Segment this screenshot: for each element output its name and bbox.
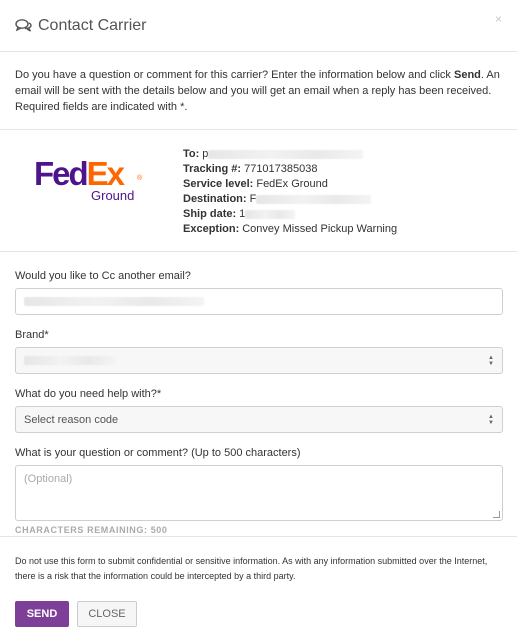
- modal-title-text: Contact Carrier: [38, 16, 147, 34]
- detail-service: Service level: FedEx Ground: [183, 177, 397, 192]
- reason-select-value: Select reason code: [24, 413, 119, 426]
- select-arrows-icon: ▲ ▼: [488, 354, 494, 367]
- question-placeholder: (Optional): [24, 473, 73, 485]
- footer-buttons: SEND CLOSE: [15, 601, 502, 627]
- intro-send-word: Send: [454, 69, 481, 81]
- detail-destination: Destination: F: [183, 192, 397, 207]
- modal-footer: Do not use this form to submit confident…: [0, 536, 517, 627]
- intro-part1: Do you have a question or comment for th…: [15, 69, 454, 81]
- contact-carrier-modal: Contact Carrier × Do you have a question…: [0, 0, 517, 640]
- redacted-cc-email: [24, 297, 204, 306]
- disclaimer-text: Do not use this form to submit confident…: [15, 556, 488, 581]
- cc-email-input[interactable]: [15, 288, 503, 315]
- brand-label: Brand*: [15, 329, 49, 341]
- reason-field: What do you need help with?* Select reas…: [15, 388, 503, 433]
- shipment-summary: FedEx ® Ground To: p Tracking #: 7710173…: [0, 130, 517, 252]
- logo-ex: Ex: [86, 155, 125, 192]
- contact-form: Would you like to Cc another email? Bran…: [0, 252, 517, 535]
- detail-exception: Exception: Convey Missed Pickup Warning: [183, 222, 397, 237]
- detail-tracking: Tracking #: 771017385038: [183, 162, 397, 177]
- service-label: Service level:: [183, 178, 254, 190]
- redacted-destination: [256, 195, 372, 204]
- logo-fed: Fed: [34, 155, 89, 192]
- chat-bubbles-icon: [15, 18, 33, 34]
- send-button[interactable]: SEND: [15, 601, 69, 627]
- close-button[interactable]: CLOSE: [77, 601, 137, 627]
- fedex-wordmark: FedEx: [34, 157, 149, 190]
- logo-registered-mark: ®: [137, 175, 143, 182]
- ship-date-label: Ship date:: [183, 208, 237, 220]
- brand-field: Brand* ▲ ▼: [15, 329, 503, 374]
- logo-service: Ground: [91, 188, 135, 203]
- destination-label: Destination:: [183, 193, 247, 205]
- exception-label: Exception:: [183, 223, 240, 235]
- question-label: What is your question or comment? (Up to…: [15, 447, 301, 459]
- reason-label: What do you need help with?*: [15, 388, 162, 400]
- select-arrows-icon: ▲ ▼: [488, 413, 494, 426]
- detail-to: To: p: [183, 147, 397, 162]
- redacted-brand: [24, 356, 116, 365]
- resize-handle-icon[interactable]: [493, 511, 500, 518]
- intro-text: Do you have a question or comment for th…: [0, 52, 517, 130]
- redacted-recipient: [208, 150, 364, 159]
- cc-label: Would you like to Cc another email?: [15, 270, 191, 282]
- service-value: FedEx Ground: [256, 178, 328, 190]
- fedex-ground-logo: FedEx ® Ground: [34, 157, 149, 205]
- shipment-details: To: p Tracking #: 771017385038 Service l…: [183, 147, 397, 237]
- reason-select[interactable]: Select reason code ▲ ▼: [15, 406, 503, 433]
- modal-title: Contact Carrier: [15, 17, 146, 35]
- tracking-value: 771017385038: [244, 163, 318, 175]
- tracking-label: Tracking #:: [183, 163, 242, 175]
- redacted-ship-date: [245, 210, 296, 219]
- to-label: To:: [183, 148, 200, 160]
- detail-ship-date: Ship date: 1: [183, 207, 397, 222]
- question-textarea[interactable]: (Optional): [15, 465, 503, 521]
- carrier-logo-box: FedEx ® Ground: [0, 147, 183, 205]
- brand-select[interactable]: ▲ ▼: [15, 347, 503, 374]
- close-icon[interactable]: ×: [495, 12, 502, 26]
- characters-remaining: CHARACTERS REMAINING: 500: [15, 525, 168, 535]
- modal-header: Contact Carrier ×: [0, 0, 517, 52]
- cc-field: Would you like to Cc another email?: [15, 270, 503, 315]
- exception-value: Convey Missed Pickup Warning: [242, 223, 398, 235]
- question-field: What is your question or comment? (Up to…: [15, 447, 503, 535]
- destination-value: F: [249, 193, 257, 205]
